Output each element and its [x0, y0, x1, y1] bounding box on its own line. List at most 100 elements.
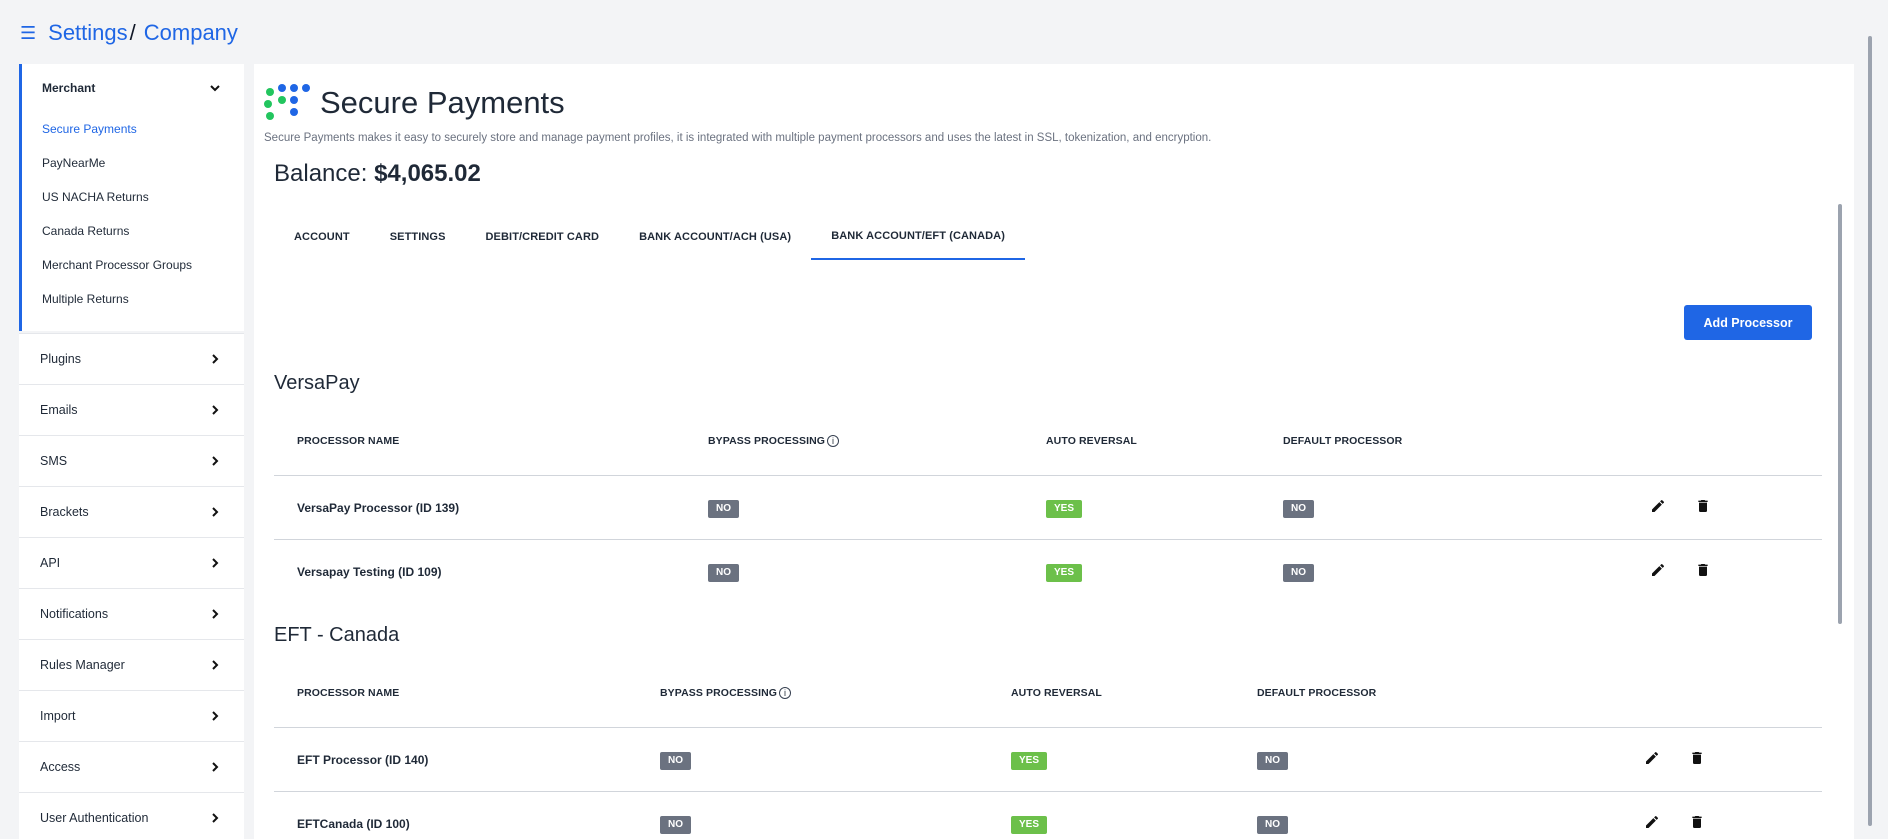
- sidebar-item-user-authentication[interactable]: User Authentication: [19, 792, 244, 839]
- trash-icon[interactable]: [1693, 560, 1713, 580]
- page-scrollbar[interactable]: [1868, 36, 1872, 826]
- table-row: VersaPay Processor (ID 139) NO YES NO: [274, 476, 1822, 540]
- chevron-right-icon: [212, 354, 219, 364]
- sidebar: Merchant Secure Payments PayNearMe US NA…: [19, 64, 244, 839]
- column-processor-name: PROCESSOR NAME: [297, 687, 400, 699]
- info-icon[interactable]: i: [827, 435, 840, 447]
- page-header: Secure Payments: [264, 84, 565, 122]
- column-bypass-processing: BYPASS PROCESSING i: [708, 435, 840, 447]
- tab-bank-account-ach-usa[interactable]: BANK ACCOUNT/ACH (USA): [619, 214, 811, 260]
- sidebar-item-brackets[interactable]: Brackets: [19, 486, 244, 537]
- sidebar-item-label: Plugins: [40, 352, 81, 366]
- sidebar-item-label: Rules Manager: [40, 658, 125, 672]
- chevron-right-icon: [212, 660, 219, 670]
- page-description: Secure Payments makes it easy to securel…: [264, 132, 1212, 144]
- auto-reversal-badge: YES: [1011, 816, 1048, 834]
- page-title: Secure Payments: [320, 85, 565, 120]
- sidebar-item-access[interactable]: Access: [19, 741, 244, 792]
- trash-icon[interactable]: [1687, 812, 1707, 832]
- tab-account[interactable]: ACCOUNT: [274, 214, 370, 260]
- auto-reversal-badge: YES: [1011, 752, 1048, 770]
- table-header: PROCESSOR NAME BYPASS PROCESSING i AUTO R…: [274, 652, 1822, 728]
- add-processor-button[interactable]: Add Processor: [1684, 305, 1812, 340]
- pencil-icon[interactable]: [1642, 748, 1662, 768]
- sidebar-item-rules-manager[interactable]: Rules Manager: [19, 639, 244, 690]
- sidebar-item-sms[interactable]: SMS: [19, 435, 244, 486]
- sidebar-group-header-merchant[interactable]: Merchant: [22, 64, 244, 112]
- sidebar-item-label: API: [40, 556, 61, 570]
- tab-bar: ACCOUNT SETTINGS DEBIT/CREDIT CARD BANK …: [274, 214, 1025, 260]
- section-title: EFT - Canada: [274, 624, 400, 646]
- auto-reversal-badge: YES: [1046, 564, 1083, 582]
- sidebar-sublist: Secure Payments PayNearMe US NACHA Retur…: [22, 112, 244, 316]
- sidebar-item-notifications[interactable]: Notifications: [19, 588, 244, 639]
- processor-name: VersaPay Processor (ID 139): [297, 501, 460, 515]
- column-bypass-label: BYPASS PROCESSING: [708, 435, 826, 447]
- pencil-icon[interactable]: [1642, 812, 1662, 832]
- processor-name: EFT Processor (ID 140): [297, 753, 429, 767]
- chevron-right-icon: [212, 558, 219, 568]
- sidebar-item-emails[interactable]: Emails: [19, 384, 244, 435]
- sidebar-item-label: User Authentication: [40, 811, 149, 825]
- column-auto-reversal: AUTO REVERSAL: [1011, 687, 1102, 699]
- secure-payments-logo: [264, 84, 312, 122]
- sidebar-item-multiple-returns[interactable]: Multiple Returns: [42, 282, 244, 316]
- processor-name: EFTCanada (ID 100): [297, 817, 410, 831]
- sidebar-item-secure-payments[interactable]: Secure Payments: [42, 112, 244, 146]
- bypass-badge: NO: [660, 816, 691, 834]
- main-panel: Secure Payments Secure Payments makes it…: [254, 64, 1854, 839]
- trash-icon[interactable]: [1687, 748, 1707, 768]
- default-badge: NO: [1257, 816, 1288, 834]
- tab-debit-credit-card[interactable]: DEBIT/CREDIT CARD: [466, 214, 620, 260]
- sidebar-group-title: Merchant: [42, 81, 96, 95]
- sidebar-item-import[interactable]: Import: [19, 690, 244, 741]
- pencil-icon[interactable]: [1648, 560, 1668, 580]
- sidebar-item-api[interactable]: API: [19, 537, 244, 588]
- balance: Balance: $4,065.02: [274, 160, 481, 188]
- trash-icon[interactable]: [1693, 496, 1713, 516]
- sidebar-item-label: SMS: [40, 454, 68, 468]
- breadcrumb-settings[interactable]: Settings: [48, 20, 128, 46]
- balance-value: $4,065.02: [374, 160, 481, 187]
- column-default-processor: DEFAULT PROCESSOR: [1283, 435, 1403, 447]
- table-header: PROCESSOR NAME BYPASS PROCESSING i AUTO R…: [274, 400, 1822, 476]
- column-processor-name: PROCESSOR NAME: [297, 435, 400, 447]
- pencil-icon[interactable]: [1648, 496, 1668, 516]
- chevron-right-icon: [212, 507, 219, 517]
- tab-bank-account-eft-canada[interactable]: BANK ACCOUNT/EFT (CANADA): [811, 214, 1025, 260]
- processor-section-versapay: VersaPay PROCESSOR NAME BYPASS PROCESSIN…: [274, 372, 1822, 604]
- sidebar-item-paynearme[interactable]: PayNearMe: [42, 146, 244, 180]
- chevron-right-icon: [212, 711, 219, 721]
- sidebar-item-label: Access: [40, 760, 81, 774]
- tab-settings[interactable]: SETTINGS: [370, 214, 466, 260]
- table-row: EFTCanada (ID 100) NO YES NO: [274, 792, 1822, 839]
- breadcrumb-separator: /: [129, 20, 136, 45]
- info-icon[interactable]: i: [779, 687, 792, 699]
- default-badge: NO: [1257, 752, 1288, 770]
- default-badge: NO: [1283, 500, 1314, 518]
- chevron-right-icon: [212, 609, 219, 619]
- processor-name: Versapay Testing (ID 109): [297, 565, 442, 579]
- breadcrumb-company[interactable]: Company: [144, 20, 238, 46]
- hamburger-icon[interactable]: ☰: [20, 24, 36, 42]
- column-default-processor: DEFAULT PROCESSOR: [1257, 687, 1377, 699]
- default-badge: NO: [1283, 564, 1314, 582]
- chevron-right-icon: [212, 405, 219, 415]
- column-bypass-processing: BYPASS PROCESSING i: [660, 687, 792, 699]
- sidebar-item-label: Import: [40, 709, 76, 723]
- bypass-badge: NO: [708, 564, 739, 582]
- panel-scrollbar[interactable]: [1838, 204, 1842, 624]
- sidebar-item-plugins[interactable]: Plugins: [19, 333, 244, 384]
- column-auto-reversal: AUTO REVERSAL: [1046, 435, 1137, 447]
- chevron-down-icon: [210, 85, 220, 92]
- sidebar-group-merchant: Merchant Secure Payments PayNearMe US NA…: [19, 64, 244, 331]
- table-row: Versapay Testing (ID 109) NO YES NO: [274, 540, 1822, 604]
- sidebar-item-us-nacha-returns[interactable]: US NACHA Returns: [42, 180, 244, 214]
- balance-label: Balance:: [274, 160, 368, 187]
- sidebar-item-label: Emails: [40, 403, 78, 417]
- section-title: VersaPay: [274, 372, 360, 394]
- auto-reversal-badge: YES: [1046, 500, 1083, 518]
- sidebar-item-merchant-processor-groups[interactable]: Merchant Processor Groups: [42, 248, 244, 282]
- bypass-badge: NO: [708, 500, 739, 518]
- sidebar-item-canada-returns[interactable]: Canada Returns: [42, 214, 244, 248]
